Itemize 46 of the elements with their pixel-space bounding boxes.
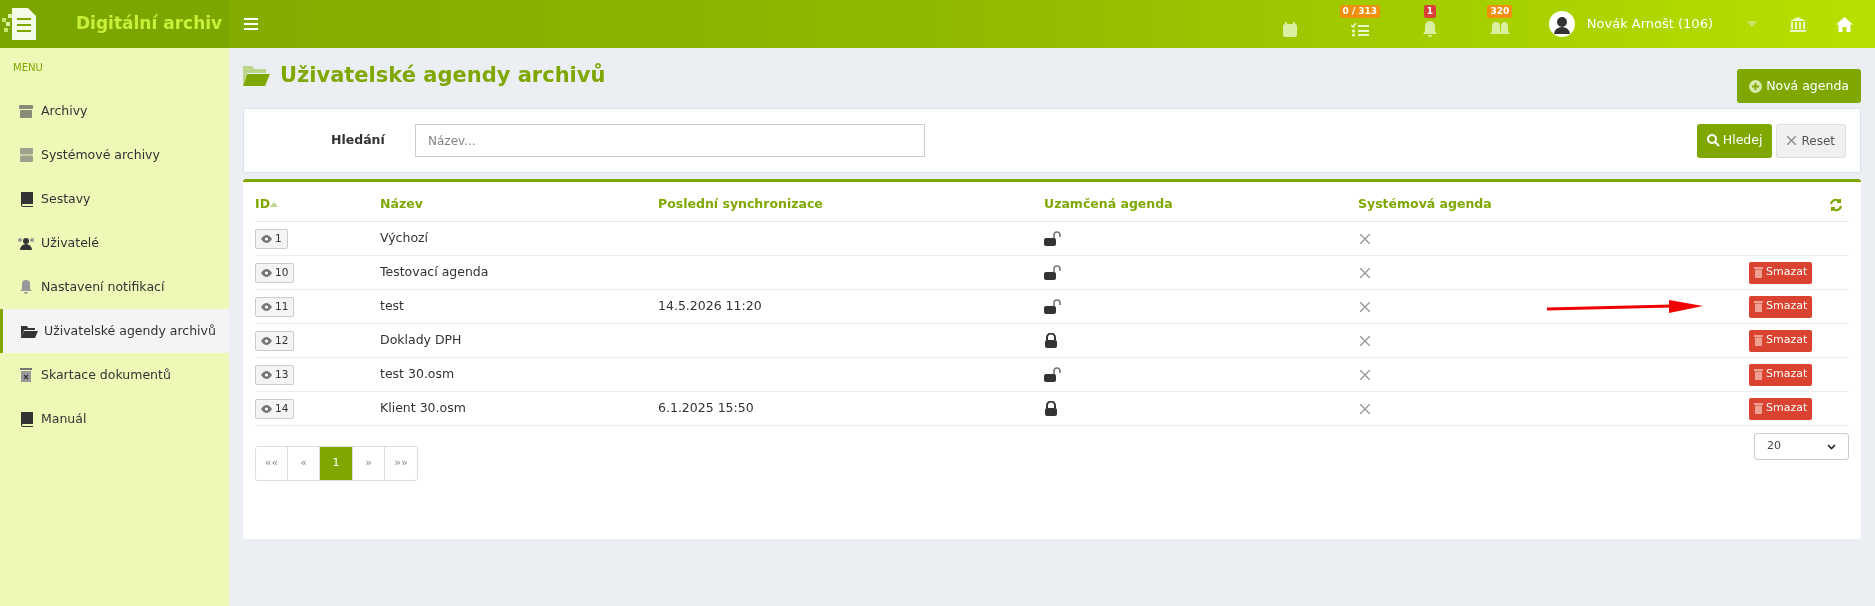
table-cell: Testovací agenda xyxy=(380,264,489,280)
search-field[interactable]: Název... xyxy=(415,124,925,157)
view-id-button[interactable]: 14 xyxy=(255,398,295,419)
column-header[interactable]: Název xyxy=(380,195,423,214)
table-cell: Klient 30.osm xyxy=(380,400,466,416)
sidebar-item[interactable]: Archivy xyxy=(0,89,229,133)
view-id-button[interactable]: 1 xyxy=(255,228,288,249)
pagination-button[interactable]: 1 xyxy=(320,447,353,480)
column-header[interactable]: Systémová agenda xyxy=(1358,195,1492,214)
view-id-button[interactable]: 10 xyxy=(255,262,295,283)
column-header[interactable]: ID xyxy=(255,195,271,214)
menu-heading: MENU xyxy=(13,61,44,75)
pagination-button[interactable]: «« xyxy=(256,447,288,480)
delete-button[interactable]: Smazat xyxy=(1749,261,1813,284)
reset-button[interactable]: Reset xyxy=(1776,123,1846,158)
sidebar-item[interactable]: Uživatelské agendy archivů xyxy=(0,309,229,353)
view-id-button[interactable]: 11 xyxy=(255,296,295,317)
table-cell: 14.5.2026 11:20 xyxy=(658,298,762,314)
sidebar-item[interactable]: Skartace dokumentů xyxy=(0,353,229,397)
delete-button[interactable]: Smazat xyxy=(1749,295,1813,318)
delete-button[interactable]: Smazat xyxy=(1749,397,1813,420)
delete-button[interactable]: Smazat xyxy=(1749,329,1813,352)
new-agenda-button[interactable]: Nová agenda xyxy=(1737,69,1861,103)
table-cell: Výchozí xyxy=(380,230,429,246)
table-cell: 6.1.2025 15:50 xyxy=(658,400,754,416)
sidebar-item[interactable]: Systémové archivy xyxy=(0,133,229,177)
sidebar-item[interactable]: Nastavení notifikací xyxy=(0,265,229,309)
app-title: Digitální archiv xyxy=(76,12,223,36)
page-title: Uživatelské agendy archivů xyxy=(280,62,606,90)
delete-button[interactable]: Smazat xyxy=(1749,363,1813,386)
column-header[interactable]: Uzamčená agenda xyxy=(1044,195,1173,214)
sidebar-item[interactable]: Sestavy xyxy=(0,177,229,221)
page-size-select[interactable]: 20 xyxy=(1754,433,1849,460)
view-id-button[interactable]: 12 xyxy=(255,330,295,351)
table-cell: test xyxy=(380,298,404,314)
count-badge: 1 xyxy=(1423,5,1436,18)
count-badge: 320 xyxy=(1487,5,1513,18)
count-badge: 0 / 313 xyxy=(1339,5,1381,18)
search-button[interactable]: Hledej xyxy=(1696,123,1773,158)
table-cell: test 30.osm xyxy=(380,366,455,382)
sidebar-item[interactable]: Uživatelé xyxy=(0,221,229,265)
column-header[interactable]: Poslední synchronizace xyxy=(658,195,823,214)
view-id-button[interactable]: 13 xyxy=(255,364,295,385)
search-label: Hledání xyxy=(331,131,386,150)
sidebar-item[interactable]: Manuál xyxy=(0,397,229,441)
table-cell: Doklady DPH xyxy=(380,332,462,348)
